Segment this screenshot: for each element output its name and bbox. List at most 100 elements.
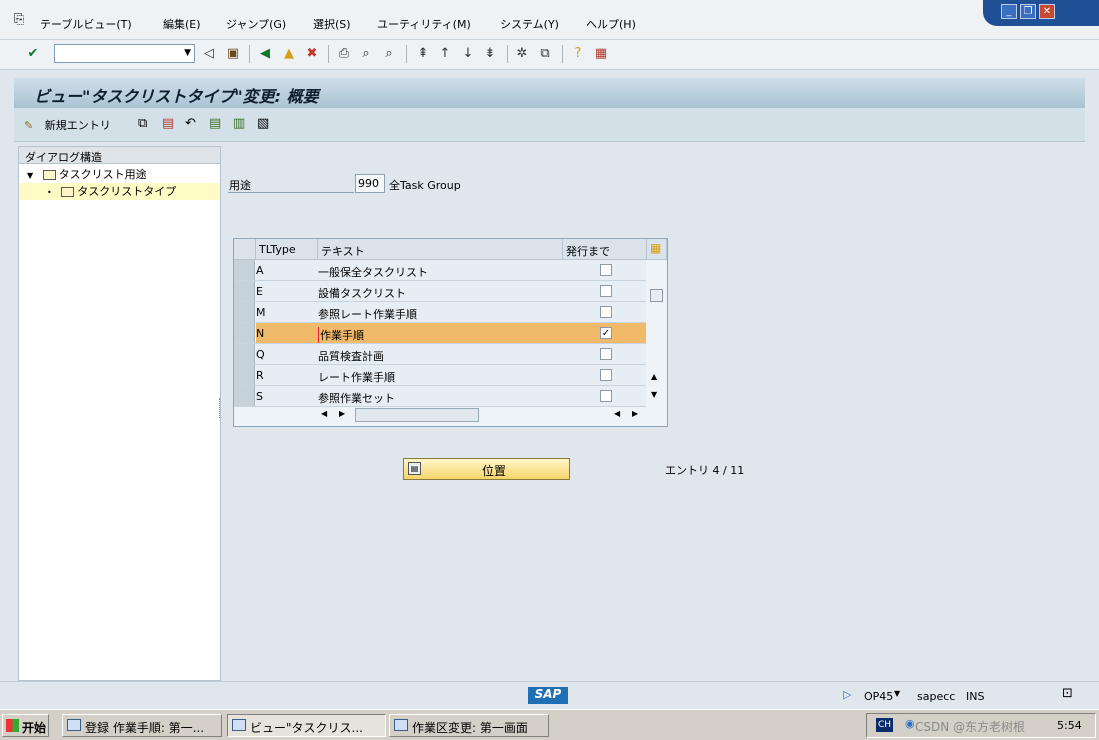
column-header-tltype[interactable]: TLType <box>256 239 318 260</box>
taskbar-item-2[interactable]: ビュー"タスクリス... <box>227 714 386 737</box>
taskbar-item-3[interactable]: 作業区変更: 第一画面 <box>389 714 549 737</box>
horizontal-scrollbar[interactable]: ◀ ▶ ◀ ▶ <box>319 407 638 423</box>
chevron-down-icon[interactable]: ▼ <box>184 48 191 58</box>
shortcut-icon[interactable]: ⧉ <box>536 45 554 63</box>
start-button[interactable]: 开始 <box>2 714 49 737</box>
menu-utilities[interactable]: ユーティリティ(M) <box>377 16 471 32</box>
delete-icon[interactable]: ▤ <box>162 116 174 131</box>
issue-checkbox[interactable] <box>600 348 612 360</box>
layout-icon[interactable]: ▦ <box>592 45 610 63</box>
tree-item-tasklist-type[interactable]: • タスクリストタイプ <box>19 183 220 200</box>
menu-goto[interactable]: ジャンプ(G) <box>226 16 286 32</box>
restore-button[interactable]: ❐ <box>1020 4 1036 19</box>
issue-checkbox[interactable] <box>600 285 612 297</box>
lock-icon[interactable]: ⊡ <box>1062 686 1073 701</box>
tltype-cell: R <box>256 369 264 382</box>
text-cell: 参照作業セット <box>318 392 395 405</box>
deselect-all-icon[interactable]: ▧ <box>257 116 269 131</box>
scroll-thumb[interactable] <box>650 289 663 302</box>
next-page-icon[interactable]: ↓ <box>459 45 477 63</box>
select-all-icon[interactable]: ▤ <box>209 116 221 131</box>
menu-edit[interactable]: 編集(E) <box>163 16 201 32</box>
menu-system[interactable]: システム(Y) <box>500 16 559 32</box>
new-entries-button[interactable]: ✎ 新規エントリ <box>24 117 111 133</box>
table-row[interactable]: M 参照レート作業手順 <box>234 302 646 323</box>
collapse-icon[interactable]: ◁ <box>200 45 218 63</box>
table-row[interactable]: E 設備タスクリスト <box>234 281 646 302</box>
issue-checkbox[interactable] <box>600 369 612 381</box>
vertical-scrollbar[interactable]: ▲ ▼ <box>647 260 667 404</box>
taskbar-label: 登録 作業手順: 第一... <box>85 721 205 735</box>
minimize-button[interactable]: _ <box>1001 4 1017 19</box>
find-icon[interactable]: ⌕ <box>357 45 375 63</box>
undo-change-icon[interactable]: ↶ <box>185 116 196 131</box>
issue-checkbox[interactable] <box>600 390 612 402</box>
issue-checkbox[interactable] <box>600 306 612 318</box>
column-header-issue[interactable]: 発行まで <box>563 239 647 260</box>
print-icon[interactable]: ⎙ <box>335 45 353 63</box>
tltype-cell: S <box>256 390 263 403</box>
expand-triangle-icon[interactable]: ▼ <box>27 171 33 180</box>
row-selector[interactable] <box>234 302 255 322</box>
position-button[interactable]: ▤ 位置 <box>403 458 570 480</box>
last-page-icon[interactable]: ⇟ <box>481 45 499 63</box>
new-session-icon[interactable]: ✲ <box>513 45 531 63</box>
text-cell: 品質検査計画 <box>318 350 384 363</box>
enter-icon[interactable]: ✔ <box>24 45 42 63</box>
scroll-left-icon[interactable]: ◀ <box>614 409 620 418</box>
row-selector[interactable] <box>234 386 255 406</box>
scroll-left-icon[interactable]: ◀ <box>321 409 327 418</box>
toolbar-divider <box>562 45 563 63</box>
issue-checkbox-checked[interactable]: ✓ <box>600 327 612 339</box>
sap-menu-icon[interactable]: ⎘ <box>14 12 24 27</box>
cancel-icon[interactable]: ✖ <box>303 45 321 63</box>
help-icon[interactable]: ? <box>569 45 587 63</box>
find-next-icon[interactable]: ⌕ <box>380 45 398 63</box>
scroll-up-icon[interactable]: ▲ <box>651 372 657 381</box>
windows-logo-icon <box>6 719 19 732</box>
copy-as-icon[interactable]: ⧉ <box>138 116 147 131</box>
horizontal-scroll-thumb[interactable] <box>355 408 479 422</box>
taskbar-label: 作業区変更: 第一画面 <box>412 721 528 735</box>
table-row[interactable]: Q 品質検査計画 <box>234 344 646 365</box>
command-field[interactable]: ▼ <box>54 44 195 63</box>
position-icon: ▤ <box>408 462 421 475</box>
chevron-down-icon[interactable]: ▼ <box>894 689 900 698</box>
row-selector[interactable] <box>234 323 255 343</box>
table-row[interactable]: R レート作業手順 <box>234 365 646 386</box>
open-folder-icon <box>61 187 75 197</box>
menu-selection[interactable]: 選択(S) <box>313 16 351 32</box>
exit-icon[interactable]: ▲ <box>280 45 298 63</box>
select-all-header[interactable] <box>234 239 256 260</box>
previous-page-icon[interactable]: ↑ <box>436 45 454 63</box>
window-icon <box>67 719 81 731</box>
row-selector[interactable] <box>234 344 255 364</box>
menu-help[interactable]: ヘルプ(H) <box>586 16 636 32</box>
tree-item-usage[interactable]: ▼ タスクリスト用途 <box>19 166 220 183</box>
server-name: sapecc <box>917 690 956 703</box>
table-row-selected[interactable]: N 作業手順 ✓ <box>234 323 646 344</box>
menu-table-view[interactable]: テーブルビュー(T) <box>40 16 132 32</box>
column-header-text[interactable]: テキスト <box>318 239 563 260</box>
taskbar-item-1[interactable]: 登録 作業手順: 第一... <box>62 714 222 737</box>
back-icon[interactable]: ◀ <box>256 45 274 63</box>
language-indicator[interactable]: CH <box>876 718 894 732</box>
first-page-icon[interactable]: ⇞ <box>414 45 432 63</box>
close-button[interactable]: ✕ <box>1039 4 1055 19</box>
table-settings-icon[interactable]: ▦ <box>647 239 667 260</box>
scroll-right-icon[interactable]: ▶ <box>339 409 345 418</box>
scroll-down-icon[interactable]: ▼ <box>651 390 657 399</box>
table-row[interactable]: S 参照作業セット <box>234 386 646 407</box>
standard-toolbar: ✔ ▼ ◁ ▣ ◀ ▲ ✖ ⎙ ⌕ ⌕ ⇞ ↑ ↓ ⇟ ✲ ⧉ ? ▦ <box>0 40 1099 70</box>
scroll-right-icon[interactable]: ▶ <box>632 409 638 418</box>
play-icon[interactable]: ▷ <box>843 688 851 701</box>
issue-checkbox[interactable] <box>600 264 612 276</box>
row-selector[interactable] <box>234 281 255 301</box>
save-icon[interactable]: ▣ <box>224 45 242 63</box>
row-selector[interactable] <box>234 260 255 280</box>
select-block-icon[interactable]: ▥ <box>233 116 245 131</box>
transaction-code: OP45 <box>864 690 894 703</box>
row-selector[interactable] <box>234 365 255 385</box>
table-row[interactable]: A 一般保全タスクリスト <box>234 260 646 281</box>
help-tray-icon[interactable]: ◉ <box>905 717 915 730</box>
